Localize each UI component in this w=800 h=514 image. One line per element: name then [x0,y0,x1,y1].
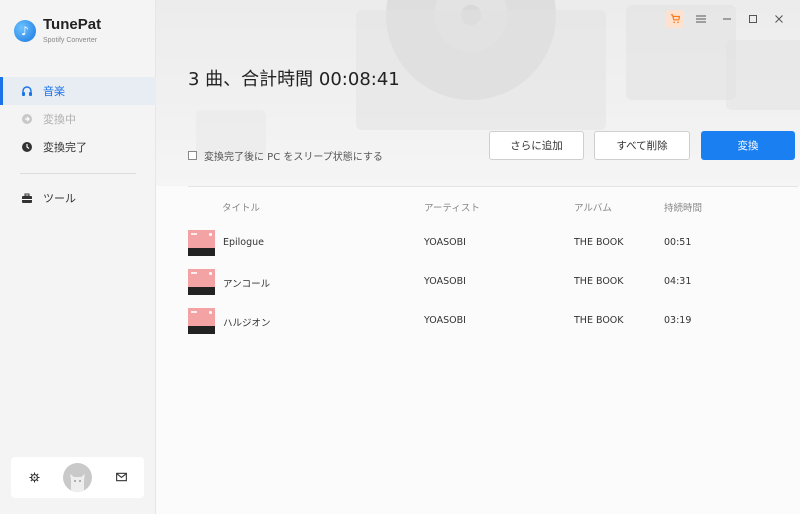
table-row[interactable]: ハルジオン YOASOBI THE BOOK 03:19 [156,302,800,341]
sidebar-item-label: 音楽 [43,85,65,98]
sidebar-nav: 音楽 変換中 変換完了 [0,77,156,161]
track-title: アンコール [223,279,271,290]
cart-icon[interactable] [666,10,684,28]
sidebar: ♪ TunePat Spotify Converter 音楽 変換中 変換完了 [0,0,156,514]
sidebar-item-label: ツール [43,192,76,205]
sidebar-item-tools[interactable]: ツール [0,184,156,212]
track-album: THE BOOK [574,276,624,287]
column-title[interactable]: タイトル [222,200,260,214]
track-album: THE BOOK [574,315,624,326]
window-controls [658,10,788,28]
track-title: Epilogue [223,237,265,248]
app-subtitle: Spotify Converter [43,37,98,44]
convert-button[interactable]: 変換 [701,131,795,160]
track-artist: YOASOBI [424,315,466,326]
page-title: 3 曲、合計時間 00:08:41 [188,69,400,90]
album-art [188,269,215,295]
track-album: THE BOOK [574,237,624,248]
headphones-icon [21,85,33,97]
track-duration: 04:31 [664,276,692,287]
toolbox-icon [21,192,33,204]
delete-all-button[interactable]: すべて削除 [594,131,690,160]
sidebar-item-converting[interactable]: 変換中 [0,105,156,133]
mail-icon[interactable] [115,471,127,483]
track-title: ハルジオン [223,318,271,329]
sidebar-bottom-panel [11,457,144,498]
add-more-button[interactable]: さらに追加 [489,131,584,160]
table-row[interactable]: Epilogue YOASOBI THE BOOK 00:51 [156,224,800,263]
track-duration: 00:51 [664,237,692,248]
sleep-label: 変換完了後に PC をスリープ状態にする [204,152,383,163]
sidebar-divider [20,173,136,174]
column-duration[interactable]: 持続時間 [664,200,702,214]
column-album[interactable]: アルバム [574,200,612,214]
sidebar-item-converted[interactable]: 変換完了 [0,133,156,161]
sleep-after-convert-option[interactable]: 変換完了後に PC をスリープ状態にする [188,148,383,163]
column-artist[interactable]: アーティスト [424,200,480,214]
app-logo: ♪ TunePat Spotify Converter [14,17,101,44]
table-row[interactable]: アンコール YOASOBI THE BOOK 04:31 [156,263,800,302]
album-art [188,308,215,334]
gear-icon[interactable] [28,471,40,483]
clock-icon [21,141,33,153]
sidebar-item-music[interactable]: 音楽 [0,77,156,105]
track-artist: YOASOBI [424,276,466,287]
table-header: タイトル アーティスト アルバム 持続時間 [188,186,798,222]
close-icon[interactable] [770,10,788,28]
maximize-icon[interactable] [744,10,762,28]
sidebar-item-label: 変換中 [43,113,76,126]
track-artist: YOASOBI [424,237,466,248]
avatar[interactable] [63,463,92,492]
track-duration: 03:19 [664,315,692,326]
app-name: TunePat [43,16,102,33]
menu-icon[interactable] [692,10,710,28]
music-note-icon: ♪ [14,19,36,42]
album-art [188,230,215,256]
converting-icon [21,113,33,125]
sleep-checkbox[interactable] [188,151,197,160]
main-panel: 3 曲、合計時間 00:08:41 変換完了後に PC をスリープ状態にする さ… [156,0,800,514]
minimize-icon[interactable] [718,10,736,28]
sidebar-item-label: 変換完了 [43,141,87,154]
